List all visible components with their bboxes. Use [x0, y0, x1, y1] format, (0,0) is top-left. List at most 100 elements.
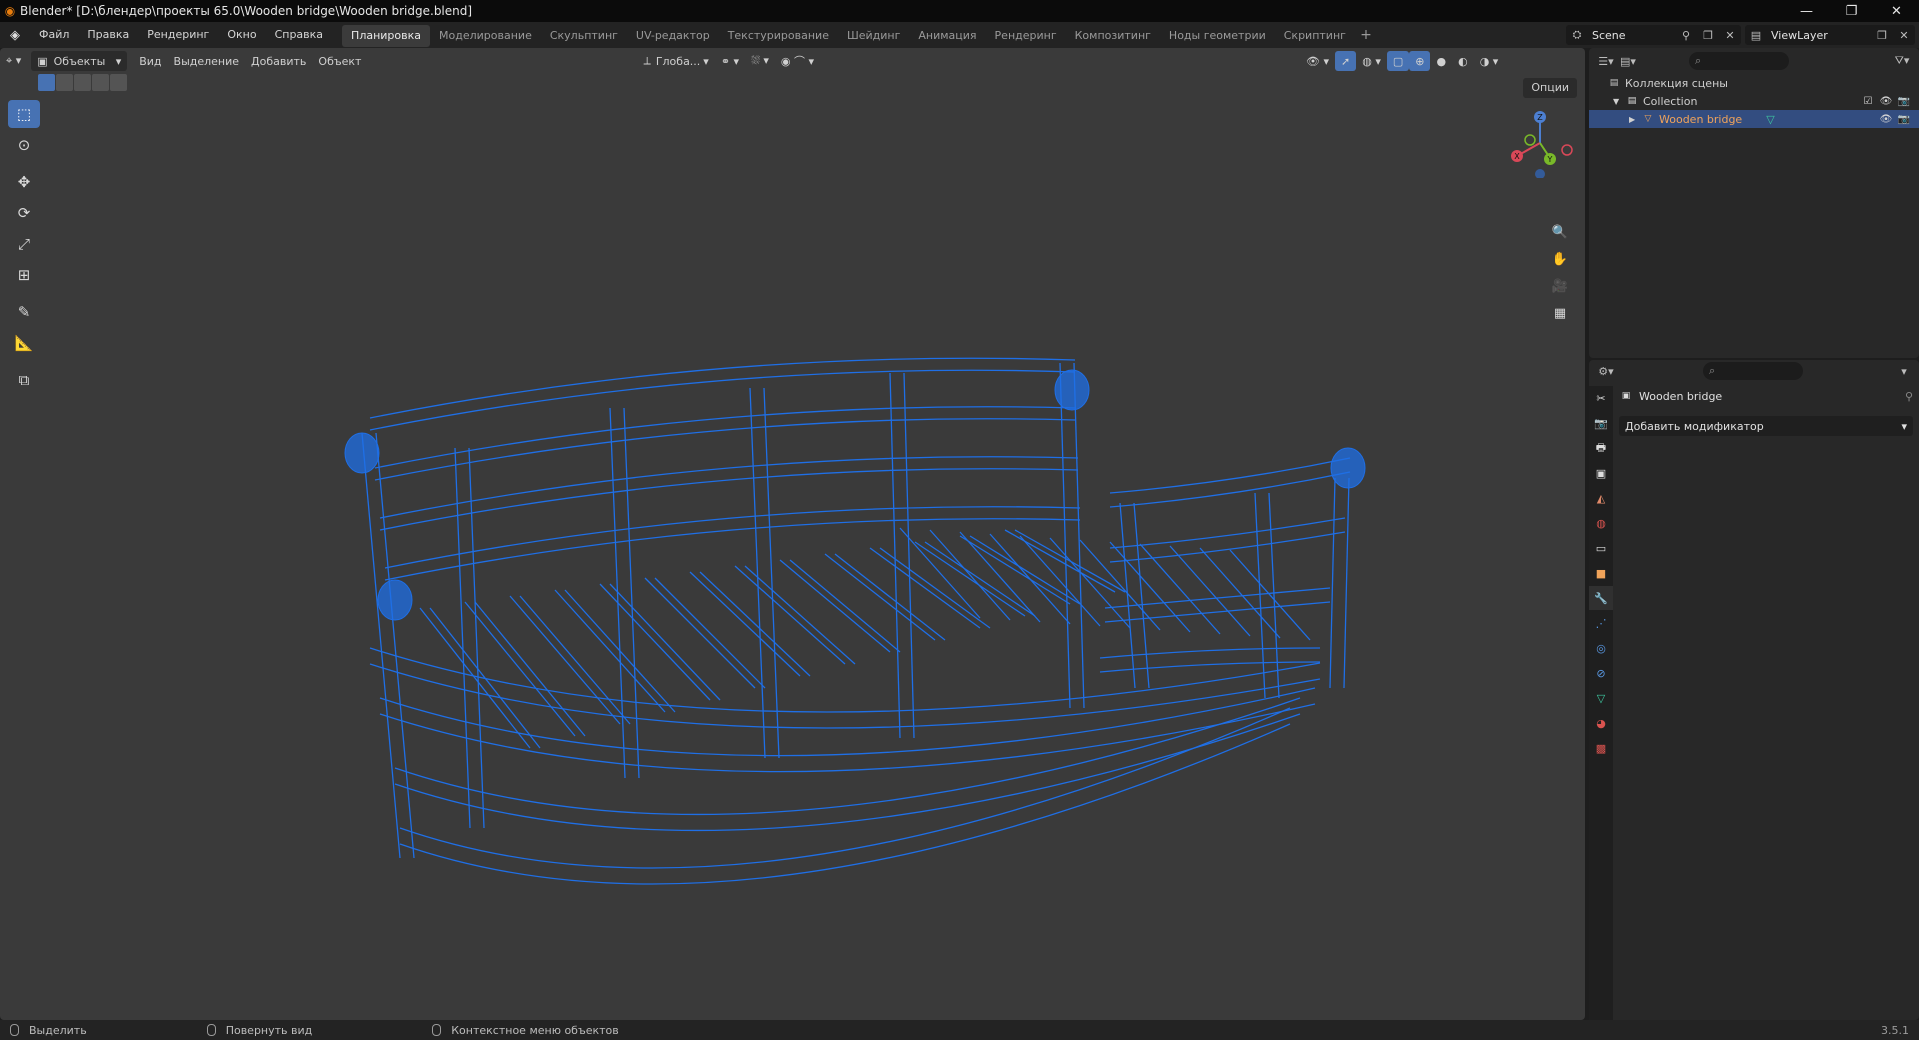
- chevron-down-icon[interactable]: ▾: [1893, 365, 1915, 378]
- menu-render[interactable]: Рендеринг: [138, 22, 218, 48]
- camera-icon[interactable]: 📷: [1895, 114, 1913, 125]
- outliner-object-row[interactable]: ▶ ▽ Wooden bridge ▽ 👁 📷: [1589, 110, 1919, 128]
- interaction-mode-dropdown[interactable]: ▣ Объекты ▾: [31, 51, 128, 71]
- blender-menu-icon[interactable]: ◈: [0, 22, 30, 48]
- bridge-wireframe[interactable]: [0, 48, 1585, 1020]
- visibility-icon[interactable]: 👁 ▾: [1300, 51, 1335, 71]
- expand-arrow-icon[interactable]: ▼: [1613, 97, 1625, 106]
- tab-modeling[interactable]: Моделирование: [430, 25, 541, 47]
- view-layer-selector[interactable]: ▤ ViewLayer ❐ ✕: [1745, 25, 1915, 45]
- material-tab-icon[interactable]: ◕: [1589, 711, 1613, 735]
- delete-view-layer-icon[interactable]: ✕: [1893, 29, 1915, 42]
- outliner-collection[interactable]: ▼ ▤ Collection ☑ 👁 📷: [1589, 92, 1919, 110]
- tab-uv-editing[interactable]: UV-редактор: [627, 25, 719, 47]
- material-shading-icon[interactable]: ◐: [1452, 51, 1474, 71]
- scene-tab-icon[interactable]: ◭: [1589, 486, 1613, 510]
- view-layer-name[interactable]: ViewLayer: [1767, 29, 1871, 42]
- tab-scripting[interactable]: Скриптинг: [1275, 25, 1355, 47]
- new-scene-icon[interactable]: ❐: [1697, 29, 1719, 42]
- cursor-tool-icon[interactable]: ⊙: [8, 131, 40, 159]
- tab-animation[interactable]: Анимация: [909, 25, 985, 47]
- eye-icon[interactable]: 👁: [1877, 96, 1895, 107]
- zoom-icon[interactable]: 🔍: [1548, 220, 1572, 244]
- new-view-layer-icon[interactable]: ❐: [1871, 29, 1893, 42]
- outliner-editor-icon[interactable]: ☰▾: [1595, 55, 1617, 68]
- pan-hand-icon[interactable]: ✋: [1548, 247, 1572, 271]
- navigation-gizmo[interactable]: Z X Y: [1500, 98, 1580, 178]
- minimize-button[interactable]: —: [1784, 0, 1829, 22]
- rendered-shading-icon[interactable]: ◑ ▾: [1474, 51, 1505, 71]
- grid-perspective-icon[interactable]: ▦: [1548, 301, 1572, 325]
- texture-tab-icon[interactable]: ▩: [1589, 736, 1613, 760]
- add-modifier-dropdown[interactable]: Добавить модификатор ▾: [1619, 416, 1913, 436]
- menu-edit[interactable]: Правка: [78, 22, 138, 48]
- tab-layout[interactable]: Планировка: [342, 25, 431, 47]
- physics-tab-icon[interactable]: ◎: [1589, 636, 1613, 660]
- display-mode-icon[interactable]: ▤▾: [1617, 55, 1639, 68]
- transform-orientation-dropdown[interactable]: ⟂ Глоба... ▾: [637, 51, 714, 71]
- menu-add[interactable]: Добавить: [245, 51, 312, 71]
- pin-icon[interactable]: ⚲: [1905, 390, 1913, 403]
- select-box-tool-icon[interactable]: ⬚: [8, 100, 40, 128]
- tab-shading[interactable]: Шейдинг: [838, 25, 909, 47]
- add-cube-tool-icon[interactable]: ⧉: [8, 366, 40, 394]
- select-intersect-mode-icon[interactable]: [110, 74, 127, 91]
- close-button[interactable]: ✕: [1874, 0, 1919, 22]
- measure-tool-icon[interactable]: 📐: [8, 329, 40, 357]
- properties-search-input[interactable]: ⌕: [1703, 362, 1803, 380]
- scene-selector[interactable]: ⛭ Scene ⚲ ❐ ✕: [1566, 25, 1741, 45]
- restore-button[interactable]: ❐: [1829, 0, 1874, 22]
- outliner-search-input[interactable]: ⌕: [1689, 52, 1789, 70]
- menu-help[interactable]: Справка: [266, 22, 332, 48]
- mesh-data-icon[interactable]: ▽: [1766, 113, 1774, 126]
- overlays-icon[interactable]: ◍ ▾: [1356, 51, 1387, 71]
- modifiers-tab-icon[interactable]: 🔧: [1589, 586, 1613, 610]
- particles-tab-icon[interactable]: ⋰: [1589, 611, 1613, 635]
- scale-tool-icon[interactable]: ⤢: [8, 230, 40, 258]
- output-tab-icon[interactable]: 🖶: [1589, 436, 1613, 460]
- tab-geometry-nodes[interactable]: Ноды геометрии: [1160, 25, 1275, 47]
- menu-object[interactable]: Объект: [312, 51, 367, 71]
- wireframe-shading-icon[interactable]: ⊕: [1409, 51, 1431, 71]
- tab-texture-paint[interactable]: Текстурирование: [719, 25, 838, 47]
- constraints-tab-icon[interactable]: ⊘: [1589, 661, 1613, 685]
- eye-icon[interactable]: 👁: [1877, 114, 1895, 125]
- data-tab-icon[interactable]: ▽: [1589, 686, 1613, 710]
- collection-tab-icon[interactable]: ▭: [1589, 536, 1613, 560]
- delete-scene-icon[interactable]: ✕: [1719, 29, 1741, 42]
- pin-icon[interactable]: ⚲: [1675, 29, 1697, 42]
- proportional-edit-icon[interactable]: ◉ ⌒ ▾: [775, 51, 820, 71]
- annotate-tool-icon[interactable]: ✎: [8, 298, 40, 326]
- menu-file[interactable]: Файл: [30, 22, 78, 48]
- tab-compositing[interactable]: Композитинг: [1066, 25, 1160, 47]
- filter-icon[interactable]: ⛛▾: [1891, 54, 1913, 68]
- add-workspace-button[interactable]: +: [1355, 27, 1377, 43]
- camera-icon[interactable]: 📷: [1895, 96, 1913, 107]
- editor-type-icon[interactable]: ⌖ ▾: [0, 51, 27, 71]
- properties-editor-icon[interactable]: ⚙▾: [1595, 365, 1617, 378]
- checkbox-icon[interactable]: ☑: [1859, 96, 1877, 107]
- expand-arrow-icon[interactable]: ▶: [1629, 115, 1641, 124]
- menu-window[interactable]: Окно: [218, 22, 265, 48]
- tool-tab-icon[interactable]: ✂: [1589, 386, 1613, 410]
- menu-view[interactable]: Вид: [133, 51, 167, 71]
- snap-icon[interactable]: ⛆ ▾: [745, 51, 775, 71]
- object-tab-icon[interactable]: ■: [1589, 561, 1613, 585]
- select-invert-mode-icon[interactable]: [92, 74, 109, 91]
- tab-rendering[interactable]: Рендеринг: [986, 25, 1066, 47]
- solid-shading-icon[interactable]: ●: [1430, 51, 1452, 71]
- 3d-viewport[interactable]: ⌖ ▾ ▣ Объекты ▾ Вид Выделение Добавить О…: [0, 48, 1585, 1020]
- view-layer-tab-icon[interactable]: ▣: [1589, 461, 1613, 485]
- outliner-scene-collection[interactable]: ▤ Коллекция сцены: [1589, 74, 1919, 92]
- tab-sculpting[interactable]: Скульптинг: [541, 25, 627, 47]
- xray-icon[interactable]: ▢: [1386, 51, 1410, 71]
- gizmo-toggle-icon[interactable]: ➚: [1335, 51, 1357, 71]
- menu-select[interactable]: Выделение: [168, 51, 246, 71]
- select-subtract-mode-icon[interactable]: [74, 74, 91, 91]
- move-tool-icon[interactable]: ✥: [8, 168, 40, 196]
- rotate-tool-icon[interactable]: ⟳: [8, 199, 40, 227]
- transform-tool-icon[interactable]: ⊞: [8, 261, 40, 289]
- world-tab-icon[interactable]: ◍: [1589, 511, 1613, 535]
- select-new-mode-icon[interactable]: [38, 74, 55, 91]
- render-tab-icon[interactable]: 📷: [1589, 411, 1613, 435]
